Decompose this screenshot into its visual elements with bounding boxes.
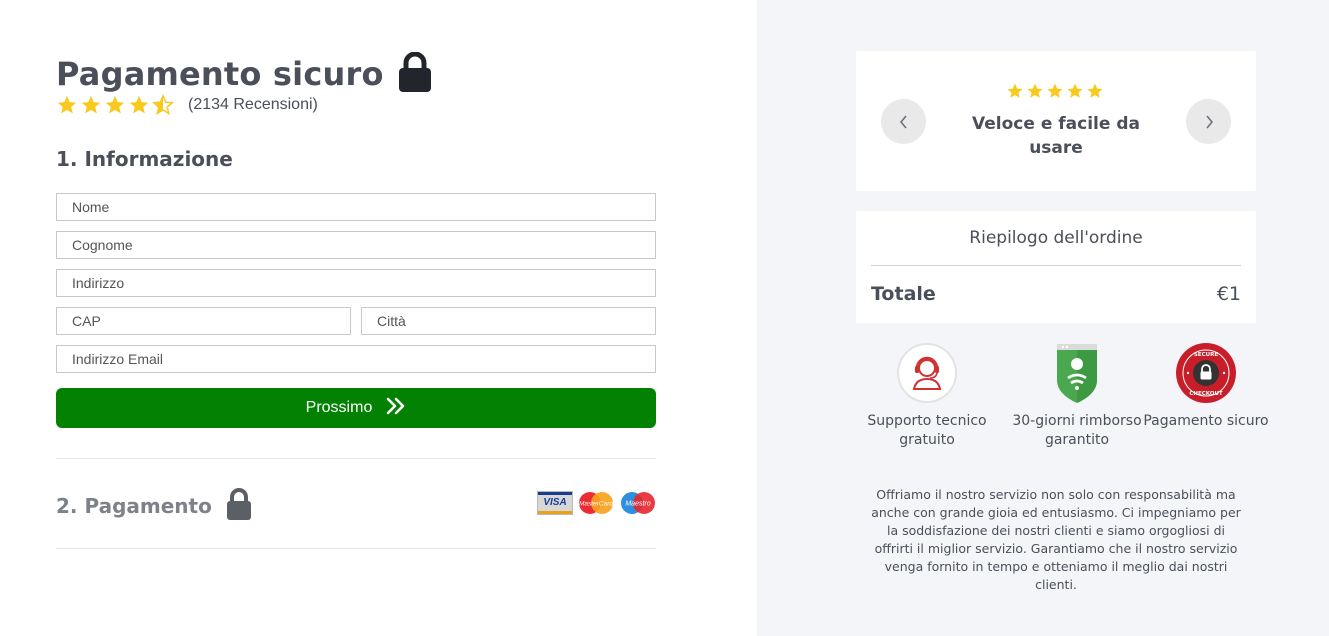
carousel-prev-button[interactable] <box>881 99 926 144</box>
email-placeholder: Indirizzo Email <box>72 351 164 367</box>
visa-card-icon: VISA <box>537 491 573 515</box>
chevron-right-icon <box>1205 114 1213 129</box>
svg-text:CHECKOUT: CHECKOUT <box>1189 391 1223 397</box>
rating-summary: (2134 Recensioni) <box>56 94 318 116</box>
address-placeholder: Indirizzo <box>72 275 125 291</box>
star-icon <box>1087 83 1103 98</box>
lock-icon <box>226 488 252 524</box>
support-agent-icon <box>897 343 957 403</box>
section-information-title: 1. Informazione <box>56 147 233 171</box>
total-value: €1 <box>1216 283 1241 305</box>
address-field[interactable]: Indirizzo <box>56 269 656 297</box>
city-placeholder: Città <box>377 313 406 329</box>
first-name-field[interactable]: Nome <box>56 193 656 221</box>
half-star-icon <box>152 94 174 115</box>
email-field[interactable]: Indirizzo Email <box>56 345 656 373</box>
order-summary-title: Riepilogo dell'ordine <box>969 228 1143 248</box>
about-paragraph: Offriamo il nostro servizio non solo con… <box>871 487 1241 592</box>
star-icon <box>129 95 149 114</box>
star-icon <box>1047 83 1063 98</box>
star-icon <box>105 95 125 114</box>
star-icon <box>1027 83 1043 98</box>
badge-support-label: Supporto tecnico gratuito <box>867 413 987 448</box>
section-payment-title: 2. Pagamento <box>56 494 212 518</box>
badge-refund: 30-giorni rimborso garantito <box>1007 342 1147 450</box>
carousel-next-button[interactable] <box>1186 99 1231 144</box>
mastercard-icon: MasterCard <box>579 492 613 514</box>
order-summary: Riepilogo dell'ordine Totale €1 <box>856 211 1256 323</box>
lock-icon <box>398 51 432 96</box>
review-carousel: Veloce e facile da usare <box>856 51 1256 191</box>
badge-refund-label: 30-giorni rimborso garantito <box>1012 413 1142 448</box>
refund-shield-icon <box>1057 344 1097 403</box>
star-icon <box>81 95 101 114</box>
secure-checkout-seal-icon: SECURE CHECKOUT <box>1176 343 1236 403</box>
chevron-left-icon <box>899 114 907 129</box>
svg-text:Maestro: Maestro <box>625 501 650 508</box>
badge-secure: SECURE CHECKOUT Pagamento sicuro <box>1136 342 1276 431</box>
badge-secure-label: Pagamento sicuro <box>1143 413 1269 429</box>
badge-support: Supporto tecnico gratuito <box>857 342 997 450</box>
double-chevron-right-icon <box>386 397 406 420</box>
review-stars <box>1006 82 1104 100</box>
last-name-placeholder: Cognome <box>72 237 133 253</box>
next-button-label: Prossimo <box>305 399 373 416</box>
svg-text:MasterCard: MasterCard <box>579 501 613 508</box>
visa-card-label: VISA <box>543 497 567 508</box>
page-header: Pagamento sicuro <box>56 51 432 96</box>
section-divider <box>56 548 656 549</box>
total-label: Totale <box>871 283 936 305</box>
postal-code-placeholder: CAP <box>72 313 101 329</box>
maestro-icon: Maestro <box>621 492 655 514</box>
section-payment-header[interactable]: 2. Pagamento <box>56 488 252 524</box>
star-icon <box>1007 83 1023 98</box>
review-quote: Veloce e facile da usare <box>972 114 1140 158</box>
page-title: Pagamento sicuro <box>56 55 384 93</box>
city-field[interactable]: Città <box>361 307 656 335</box>
order-summary-divider <box>871 265 1241 266</box>
reviews-count[interactable]: (2134 Recensioni) <box>188 96 318 114</box>
rating-stars <box>56 94 174 116</box>
star-icon <box>57 95 77 114</box>
section-divider <box>56 458 656 459</box>
star-icon <box>1067 83 1083 98</box>
next-button[interactable]: Prossimo <box>56 388 656 428</box>
card-brand-logos: VISA MasterCard Maestro <box>537 491 657 515</box>
checkout-form-column: Pagamento sicuro (2134 Recensioni) 1. In… <box>0 0 757 636</box>
svg-text:SECURE: SECURE <box>1194 352 1218 358</box>
first-name-placeholder: Nome <box>72 199 110 215</box>
postal-code-field[interactable]: CAP <box>56 307 351 335</box>
last-name-field[interactable]: Cognome <box>56 231 656 259</box>
